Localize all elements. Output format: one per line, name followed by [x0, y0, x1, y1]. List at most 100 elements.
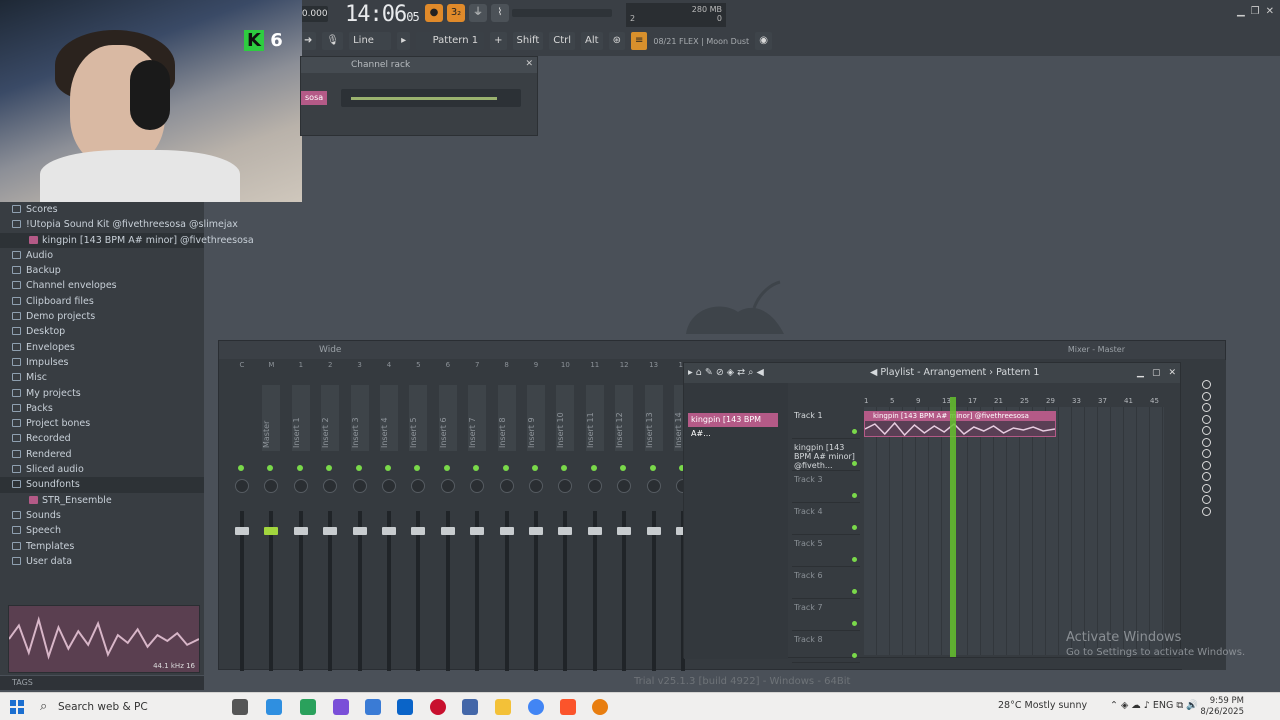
strip-name[interactable]: Master: [262, 385, 281, 451]
track-header[interactable]: Track 4: [792, 503, 860, 535]
insert-slot-led[interactable]: [1202, 483, 1211, 493]
strip-fader-track[interactable]: [475, 511, 480, 671]
strip-fader-handle[interactable]: [529, 527, 543, 535]
browser-item[interactable]: Envelopes: [0, 340, 204, 355]
strip-enable-led[interactable]: [267, 465, 274, 471]
strip-pan-knob[interactable]: [352, 479, 367, 493]
strip-enable-led[interactable]: [414, 465, 421, 471]
mixer-preset[interactable]: Wide: [319, 345, 341, 355]
strip-enable-led[interactable]: [590, 465, 597, 471]
mixer-strip[interactable]: 6 Insert 6: [435, 361, 461, 671]
playlist-minimize-icon[interactable]: ▁: [1137, 363, 1144, 383]
strip-pan-knob[interactable]: [617, 479, 632, 493]
weather-widget[interactable]: 28°C Mostly sunny: [998, 700, 1087, 711]
close-icon[interactable]: ✕: [1266, 6, 1274, 17]
track-header[interactable]: Track 1: [792, 407, 860, 439]
browser-item[interactable]: Sounds: [0, 508, 204, 523]
playlist-pattern[interactable]: Pattern 1: [996, 367, 1039, 378]
playlist-tools-icon[interactable]: ▸ ⌂ ✎ ⊘ ◈ ⇄ ⌕ ◀: [688, 363, 764, 383]
track-header[interactable]: Track 8: [792, 631, 860, 663]
mixer-strip[interactable]: 2 Insert 2: [317, 361, 343, 671]
browser-item[interactable]: !Utopia Sound Kit @fivethreesosa @slimej…: [0, 217, 238, 232]
strip-fader-handle[interactable]: [617, 527, 632, 535]
browser-item[interactable]: Packs: [0, 401, 204, 416]
channel-button[interactable]: sosa: [301, 91, 328, 105]
brave-icon[interactable]: [560, 699, 576, 715]
playlist-maximize-icon[interactable]: ▢: [1152, 363, 1161, 383]
widgets-icon[interactable]: [300, 699, 316, 715]
strip-fader-handle[interactable]: [646, 527, 661, 535]
browser-item[interactable]: Project bones: [0, 416, 204, 431]
strip-pan-knob[interactable]: [529, 479, 543, 493]
strip-name[interactable]: Insert 13: [644, 385, 663, 451]
restore-icon[interactable]: ❐: [1251, 6, 1260, 17]
strip-fader-track[interactable]: [592, 511, 597, 671]
mixer-strip[interactable]: 8 Insert 8: [494, 361, 520, 671]
microphone-icon[interactable]: 🎙: [322, 32, 344, 50]
countdown-icon[interactable]: ⌇: [491, 4, 509, 22]
alt-button[interactable]: Alt: [581, 32, 603, 50]
insert-slot-led[interactable]: [1202, 449, 1211, 458]
language-indicator[interactable]: ENG: [1153, 700, 1173, 711]
mixer-strip[interactable]: C: [229, 361, 255, 671]
browser-item[interactable]: Desktop: [0, 324, 204, 339]
mixer-strip[interactable]: 12 Insert 12: [611, 361, 637, 671]
strip-fader-handle[interactable]: [352, 527, 367, 535]
outlook-icon[interactable]: [397, 699, 413, 715]
browser-item[interactable]: Speech: [0, 523, 204, 538]
file-manager-icon[interactable]: [462, 699, 478, 715]
strip-enable-led[interactable]: [385, 465, 391, 471]
channel-rack-close-icon[interactable]: ✕: [525, 59, 533, 69]
strip-pan-knob[interactable]: [470, 479, 485, 493]
strip-fader-handle[interactable]: [264, 527, 279, 535]
strip-fader-track[interactable]: [240, 511, 244, 671]
master-volume-slider[interactable]: [512, 9, 612, 17]
browser-item[interactable]: Scores: [0, 202, 204, 217]
playlist-close-icon[interactable]: ✕: [1168, 363, 1176, 383]
strip-name[interactable]: Insert 9: [527, 385, 545, 451]
strip-enable-led[interactable]: [326, 465, 333, 471]
playlist-pattern-item[interactable]: kingpin [143 BPM A#...: [688, 413, 778, 438]
snap-select[interactable]: Line: [349, 32, 392, 50]
chrome-icon[interactable]: [528, 699, 544, 715]
strip-fader-track[interactable]: [357, 511, 362, 671]
track-header[interactable]: kingpin [143 BPM A# minor] @fiveth...: [792, 439, 860, 471]
track-enable-led[interactable]: [852, 429, 857, 434]
browser-item[interactable]: kingpin [143 BPM A# minor] @fivethreesos…: [0, 232, 254, 248]
strip-enable-led[interactable]: [620, 465, 627, 471]
strip-fader-track[interactable]: [387, 511, 391, 671]
strip-pan-knob[interactable]: [499, 479, 514, 493]
strip-fader-handle[interactable]: [293, 527, 308, 535]
browser-item[interactable]: Misc: [0, 370, 204, 385]
strip-fader-handle[interactable]: [440, 527, 455, 535]
browser-item[interactable]: Templates: [0, 539, 204, 554]
track-header[interactable]: Track 6: [792, 567, 860, 599]
strip-pan-knob[interactable]: [411, 479, 426, 493]
browser-item[interactable]: STR_Ensemble: [0, 493, 204, 508]
strip-enable-led[interactable]: [561, 465, 568, 471]
strip-fader-handle[interactable]: [558, 527, 573, 535]
strip-name[interactable]: Insert 1: [291, 385, 310, 451]
strip-fader-track[interactable]: [622, 511, 627, 671]
arrow-right-icon[interactable]: ➜: [300, 32, 317, 50]
insert-slot-led[interactable]: [1202, 426, 1211, 435]
track-enable-led[interactable]: [852, 621, 857, 626]
mixer-strip[interactable]: 1 Insert 1: [288, 361, 314, 671]
strip-enable-led[interactable]: [532, 465, 538, 471]
browser-item[interactable]: Clipboard files: [0, 294, 204, 309]
insert-slot-led[interactable]: [1202, 506, 1211, 516]
copilot-icon[interactable]: [266, 699, 282, 715]
channel-volume-slider[interactable]: [341, 89, 521, 107]
strip-fader-track[interactable]: [534, 511, 538, 671]
strip-fader-track[interactable]: [328, 511, 333, 671]
wait-input-icon[interactable]: ⏚: [469, 4, 487, 22]
online-icon[interactable]: ◉: [755, 32, 772, 50]
mixer-strip[interactable]: 9 Insert 9: [523, 361, 549, 671]
strip-name[interactable]: Insert 6: [438, 385, 457, 451]
mixer-strip[interactable]: 7 Insert 7: [464, 361, 490, 671]
strip-fader-handle[interactable]: [411, 527, 426, 535]
windows-start-icon[interactable]: [10, 700, 24, 714]
strip-name[interactable]: Insert 10: [556, 385, 575, 451]
shift-button[interactable]: Shift: [512, 32, 544, 50]
news-icon[interactable]: ≡: [630, 32, 648, 50]
